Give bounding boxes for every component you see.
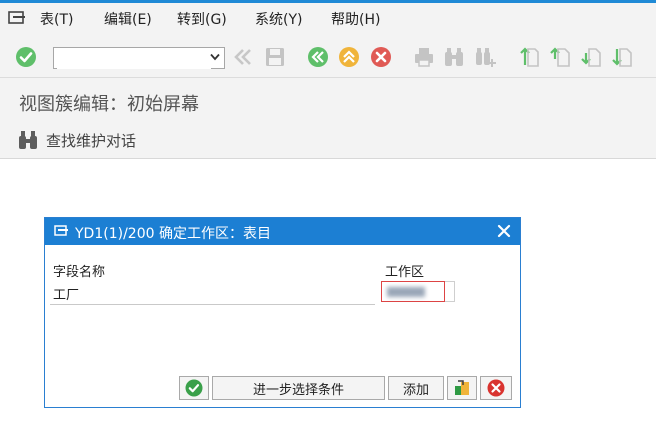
column-header-work-area: 工作区 — [385, 265, 425, 280]
add-button[interactable]: 添加 — [388, 376, 444, 400]
find-maintenance-dialog-button[interactable]: 查找维护对话 — [18, 129, 136, 151]
work-area-input-extension — [445, 281, 455, 302]
find-maintenance-dialog-label: 查找维护对话 — [46, 131, 137, 150]
field-label-plant: 工厂 — [53, 288, 80, 303]
back-icon[interactable] — [307, 46, 329, 68]
last-page-icon[interactable] — [611, 46, 633, 68]
confirm-check-icon — [185, 379, 203, 397]
menu-item-table[interactable]: 表(T) — [40, 9, 73, 29]
work-area-redacted-value — [387, 287, 425, 297]
other-button[interactable] — [447, 376, 477, 400]
cancel-icon[interactable] — [370, 46, 392, 68]
further-selection-label: 进一步选择条件 — [252, 382, 344, 398]
dialog-window-icon — [54, 225, 68, 236]
next-page-icon[interactable] — [580, 46, 602, 68]
previous-page-icon[interactable] — [549, 46, 571, 68]
exit-icon[interactable] — [338, 46, 360, 68]
print-icon[interactable] — [413, 46, 435, 68]
row-divider — [50, 304, 375, 305]
application-toolbar: 查找维护对话 — [0, 122, 656, 159]
title-bar: 视图簇编辑：初始屏幕 — [0, 78, 656, 122]
first-page-icon[interactable] — [517, 46, 539, 68]
double-left-icon[interactable] — [232, 46, 254, 68]
menu-item-edit[interactable]: 编辑(E) — [104, 9, 152, 29]
binoculars-icon — [19, 131, 37, 149]
page-title: 视图簇编辑：初始屏幕 — [19, 94, 199, 115]
confirm-button[interactable] — [179, 376, 209, 400]
menu-icon[interactable] — [8, 11, 26, 25]
further-selection-button[interactable]: 进一步选择条件 — [212, 376, 385, 400]
dialog-title: YD1(1)/200 确定工作区：表目 — [75, 226, 271, 242]
find-next-icon[interactable] — [474, 46, 496, 68]
menu-item-help[interactable]: 帮助(H) — [331, 9, 380, 29]
work-area-dialog: YD1(1)/200 确定工作区：表目 字段名称 工作区 工厂 进一步选择条件 … — [44, 217, 521, 408]
close-icon[interactable] — [496, 223, 512, 239]
menu-bar: 表(T) 编辑(E) 转到(G) 系统(Y) 帮助(H) — [0, 3, 656, 33]
cancel-x-icon — [487, 379, 505, 397]
menu-item-system[interactable]: 系统(Y) — [255, 9, 302, 29]
objects-icon — [455, 380, 469, 395]
command-input[interactable] — [57, 49, 211, 69]
command-field[interactable] — [53, 47, 225, 69]
add-button-label: 添加 — [402, 382, 429, 398]
menu-item-goto[interactable]: 转到(G) — [177, 9, 227, 29]
column-header-field-name: 字段名称 — [53, 265, 106, 280]
command-field-dropdown-icon[interactable] — [210, 53, 220, 61]
find-icon[interactable] — [443, 46, 465, 68]
standard-toolbar — [0, 33, 656, 78]
dialog-header[interactable]: YD1(1)/200 确定工作区：表目 — [45, 218, 520, 245]
save-icon[interactable] — [264, 46, 286, 68]
cancel-button[interactable] — [480, 376, 512, 400]
enter-check-icon[interactable] — [15, 46, 37, 68]
